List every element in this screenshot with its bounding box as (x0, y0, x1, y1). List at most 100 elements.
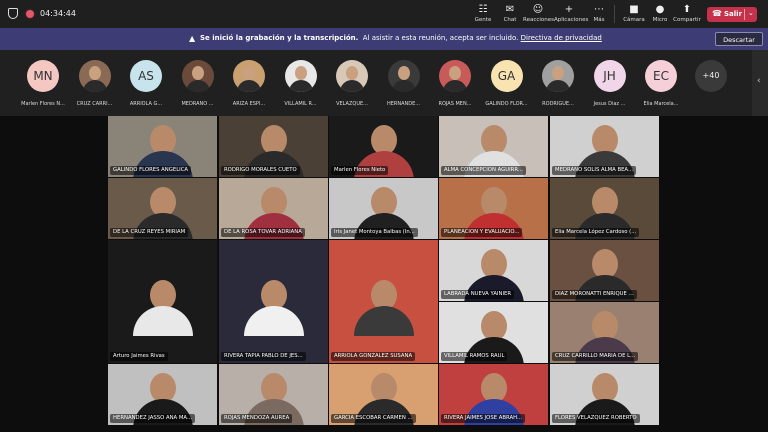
participant-avatar-tile[interactable]: VELAZQUE... (327, 60, 377, 114)
video-tile[interactable]: FLORES VELAZQUEZ ROBERTO (550, 364, 659, 425)
meeting-toolbar: 04:34:44 ☷ Gente ✉ Chat ☺ Reacciones + Aplic… (0, 0, 768, 28)
avatar-photo (185, 80, 210, 92)
participant-avatar-tile[interactable]: AS ARRIOLA G... (121, 60, 171, 114)
video-tile[interactable]: Iris Janet Montoya Balbas (In... (329, 178, 438, 239)
avatar-photo (449, 66, 461, 80)
share-icon: ⬆ (682, 4, 692, 15)
participant-avatar-tile[interactable]: ROJAS MEN... (430, 60, 480, 114)
video-name-label: Arturo Jaimes Rivas (110, 352, 168, 361)
video-name-label: DE LA CRUZ REYES MIRIAM (110, 228, 189, 237)
video-tile[interactable]: DIAZ MORONATTI ENRIQUE ... (550, 240, 659, 301)
avatar (387, 60, 420, 92)
video-tile[interactable]: RIVERA TAPIA PABLO DE JES... (219, 240, 328, 363)
mic-button[interactable]: ● Micro (645, 4, 675, 23)
avatar-photo (443, 80, 467, 92)
video-name-label: ROJAS MENDOZA AUREA (221, 414, 293, 423)
video-name-label: VILLAMIL RAMOS RAUL (441, 352, 508, 361)
video-tile[interactable]: GALINDO FLORES ANGELICA (108, 116, 217, 177)
strip-scroll-button[interactable]: ‹ (752, 50, 768, 116)
chevron-left-icon: ‹ (757, 76, 761, 86)
video-gallery: GALINDO FLORES ANGELICA RODRIGO MORALES C… (0, 116, 768, 432)
reactions-button[interactable]: ☺ Reacciones (523, 4, 554, 23)
video-tile[interactable]: PLANEACION Y EVALUACIO... (439, 178, 548, 239)
privacy-policy-link[interactable]: Directiva de privacidad (521, 34, 602, 42)
participant-strip: MN Marlen Flores N... CRUZ CARRI... AS ARRIO… (0, 50, 768, 116)
dismiss-button[interactable]: Descartar (715, 32, 763, 46)
participant-name: VELAZQUE... (336, 101, 368, 107)
chevron-down-icon[interactable]: ⌄ (748, 9, 754, 17)
participant-name: CRUZ CARRI... (76, 101, 113, 107)
video-name-label: CRUZ CARRILLO MARIA DE L... (552, 352, 639, 361)
participant-name: ARRIOLA G... (129, 101, 163, 107)
people-icon: ☷ (478, 4, 488, 15)
avatar-photo (191, 66, 204, 80)
participant-name: Jesus Diaz ... (593, 101, 626, 107)
avatar-photo (340, 80, 364, 92)
participant-name: Elia Marcela... (643, 101, 679, 107)
avatar-photo (546, 80, 570, 92)
video-tile[interactable]: Marlen Flores Nieto (329, 116, 438, 177)
avatar (439, 60, 471, 92)
video-tile[interactable]: ARRIOLA GONZALEZ SUSANA (329, 240, 438, 363)
apps-button[interactable]: + Aplicaciones (554, 4, 588, 23)
people-button[interactable]: ☷ Gente (468, 4, 498, 23)
video-name-label: Elia Marcela López Cardoso (... (552, 228, 640, 237)
participant-avatar-tile[interactable]: MN Marlen Flores N... (18, 60, 68, 114)
video-tile[interactable]: RODRIGO MORALES CUETO (219, 116, 328, 177)
avatar-photo (88, 66, 101, 80)
video-tile[interactable]: DE LA ROSA TOVAR ADRIANA (219, 178, 328, 239)
avatar (78, 60, 111, 92)
avatar-photo (294, 66, 307, 80)
participant-avatar-tile[interactable]: ARIZA ESPI... (224, 60, 274, 114)
leave-button[interactable]: ☎ Salir ⌄ (707, 7, 757, 22)
avatar: AS (130, 60, 162, 92)
chat-button[interactable]: ✉ Chat (495, 4, 525, 23)
hang-up-icon: ☎ (712, 9, 722, 18)
video-tile[interactable]: MEDRANO SOLIS ALMA BEA... (550, 116, 659, 177)
avatar-photo (82, 80, 107, 92)
avatar (542, 60, 574, 92)
participant-avatar-tile[interactable]: HERNANDE... (379, 60, 429, 114)
video-tile[interactable]: Arturo Jaimes Rivas (108, 240, 217, 363)
participant-name: MEDRANO ... (181, 101, 214, 107)
participant-name: VILLAMIL R... (284, 101, 317, 107)
video-tile[interactable]: GARCIA ESCOBAR CARMEN ... (329, 364, 438, 425)
video-name-label: DE LA ROSA TOVAR ADRIANA (221, 228, 305, 237)
participant-avatar-tile[interactable]: VILLAMIL R... (276, 60, 326, 114)
participant-avatar-tile[interactable]: RODRIGUE... (533, 60, 583, 114)
avatar-photo (346, 66, 358, 80)
video-tile[interactable]: DE LA CRUZ REYES MIRIAM (108, 178, 217, 239)
microphone-icon: ● (655, 4, 665, 15)
participant-avatar-tile[interactable]: JH Jesus Diaz ... (585, 60, 635, 114)
participant-avatar-tile[interactable]: CRUZ CARRI... (70, 60, 120, 114)
recording-indicator-icon (26, 10, 34, 18)
share-button[interactable]: ⬆ Compartir (672, 4, 702, 23)
video-name-label: ARRIOLA GONZALEZ SUSANA (331, 352, 416, 361)
video-name-label: PLANEACION Y EVALUACIO... (441, 228, 523, 237)
more-participants-button[interactable]: +40 (695, 60, 727, 92)
participant-video (244, 306, 304, 336)
video-tile[interactable]: RIVERA JAIMES JOSE ABRAH... (439, 364, 548, 425)
video-tile[interactable]: LABRADA NUEVA YAINIER (439, 240, 548, 301)
video-name-label: HERNANDEZ JASSO ANA MA... (110, 414, 196, 423)
avatar (233, 60, 265, 92)
video-tile[interactable]: VILLAMIL RAMOS RAUL (439, 302, 548, 363)
video-name-label: RIVERA TAPIA PABLO DE JES... (221, 352, 306, 361)
video-tile[interactable]: ROJAS MENDOZA AUREA (219, 364, 328, 425)
video-tile[interactable]: Elia Marcela López Cardoso (... (550, 178, 659, 239)
avatar (284, 60, 317, 92)
video-tile[interactable]: ALMA CONCEPCION AGUIRR... (439, 116, 548, 177)
participant-name: ROJAS MEN... (438, 101, 472, 107)
participant-avatar-tile[interactable]: EC Elia Marcela... (636, 60, 686, 114)
avatar (336, 60, 368, 92)
video-tile[interactable]: HERNANDEZ JASSO ANA MA... (108, 364, 217, 425)
video-name-label: LABRADA NUEVA YAINIER (441, 290, 515, 299)
participant-avatar-tile[interactable]: MEDRANO ... (173, 60, 223, 114)
video-name-label: Iris Janet Montoya Balbas (In... (331, 228, 418, 237)
reactions-icon: ☺ (532, 4, 544, 15)
participant-avatar-tile[interactable]: GA GALINDO FLOR... (482, 60, 532, 114)
video-name-label: MEDRANO SOLIS ALMA BEA... (552, 166, 637, 175)
video-name-label: RODRIGO MORALES CUETO (221, 166, 300, 175)
video-tile[interactable]: CRUZ CARRILLO MARIA DE L... (550, 302, 659, 363)
more-button[interactable]: ⋯ Más (584, 4, 614, 23)
